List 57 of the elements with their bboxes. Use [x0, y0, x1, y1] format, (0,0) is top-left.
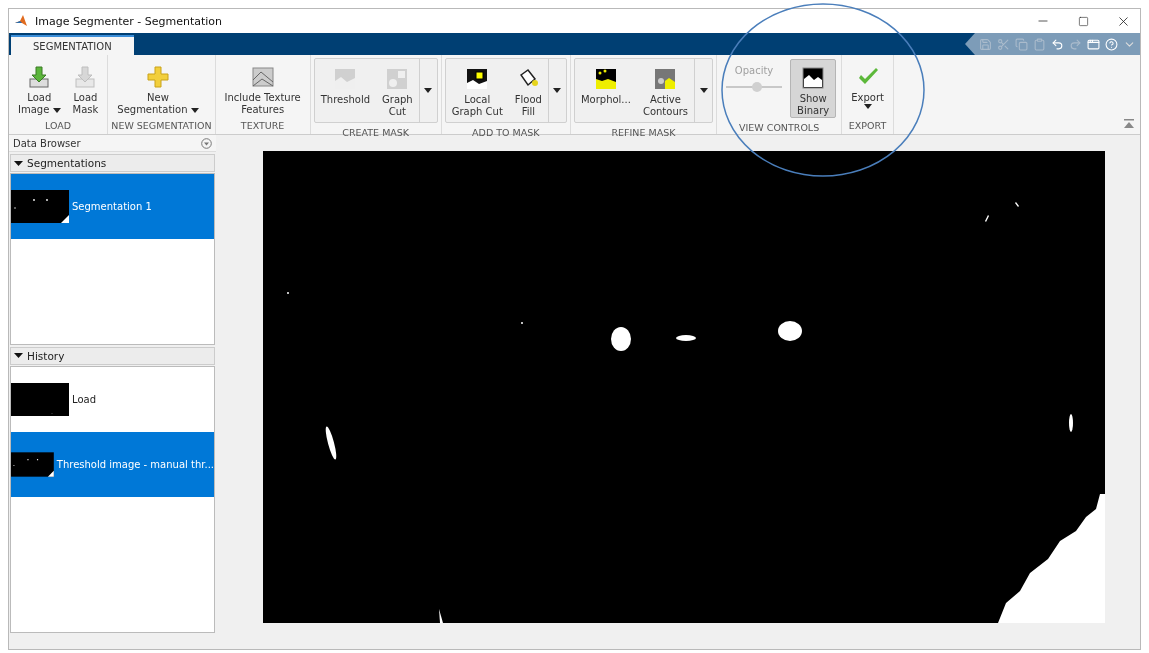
maximize-button[interactable] [1077, 15, 1089, 27]
slider-label: Opacity [734, 65, 774, 76]
ribbon-button[interactable]: Load Mask [66, 59, 105, 116]
ribbon-button[interactable]: Local Graph Cut [445, 61, 509, 118]
download-icon [73, 65, 98, 89]
group-title: EXPORT [847, 120, 888, 133]
ribbon-tab[interactable]: SEGMENTATION [11, 35, 134, 55]
panel-title: Data Browser [13, 137, 81, 149]
options-icon[interactable] [201, 137, 212, 149]
save-icon[interactable] [979, 37, 992, 51]
ribbon-button[interactable]: Include Texture Features [218, 59, 307, 116]
section-header[interactable]: History [10, 346, 215, 365]
ribbon-button[interactable]: Flood Fill [508, 61, 548, 118]
group-title: NEW SEGMENTATION [111, 120, 212, 133]
caret-icon [14, 351, 23, 361]
image-icon [801, 66, 826, 90]
ribbon-button[interactable]: New Segmentation [111, 59, 205, 116]
image-icon [385, 67, 410, 91]
copy-icon[interactable] [1015, 37, 1028, 51]
texture-icon [250, 65, 275, 89]
ribbon-button[interactable]: Graph Cut [376, 61, 419, 118]
window-icon[interactable] [1087, 37, 1100, 51]
caret-icon [14, 158, 23, 168]
caret-icon [863, 104, 872, 109]
caret-icon [52, 108, 61, 113]
section-header[interactable]: Segmentations [10, 154, 215, 172]
ribbon-button[interactable]: Active Contours [636, 61, 695, 118]
group-title: ADD TO MASK [471, 127, 541, 138]
download-icon [27, 65, 52, 89]
collapse-icon[interactable] [1124, 119, 1134, 128]
image-icon [653, 67, 678, 91]
ribbon-button[interactable]: Morphol... [574, 61, 637, 118]
redo-icon[interactable] [1069, 37, 1082, 51]
caret-icon [699, 88, 708, 93]
group-title: REFINE MASK [610, 127, 677, 138]
group-title: CREATE MASK [341, 127, 411, 138]
paste-icon[interactable] [1033, 37, 1046, 51]
plus-icon [146, 65, 170, 89]
undo-icon[interactable] [1051, 37, 1064, 51]
caret-icon [424, 88, 433, 93]
list-item[interactable]: Threshold image - manual thr... [11, 431, 214, 497]
group-title: TEXTURE [239, 120, 286, 133]
group-title: VIEW CONTROLS [738, 122, 821, 134]
cut-icon[interactable] [997, 37, 1010, 51]
ribbon-button[interactable]: Export [845, 59, 890, 116]
group-title: LOAD [44, 120, 73, 133]
help-icon[interactable] [1105, 37, 1118, 51]
image-icon [465, 67, 490, 91]
ribbon-button[interactable]: Load Image [12, 59, 67, 116]
list-item[interactable]: Segmentation 1 [11, 174, 214, 239]
ribbon-button[interactable]: Threshold [314, 61, 376, 118]
caret-icon [190, 108, 199, 113]
caret-icon [553, 88, 562, 93]
ribbon-button[interactable]: Show Binary [790, 59, 837, 118]
logo-icon [15, 14, 29, 28]
image-icon [593, 67, 618, 91]
window-title: Image Segmenter - Segmentation [35, 14, 223, 28]
